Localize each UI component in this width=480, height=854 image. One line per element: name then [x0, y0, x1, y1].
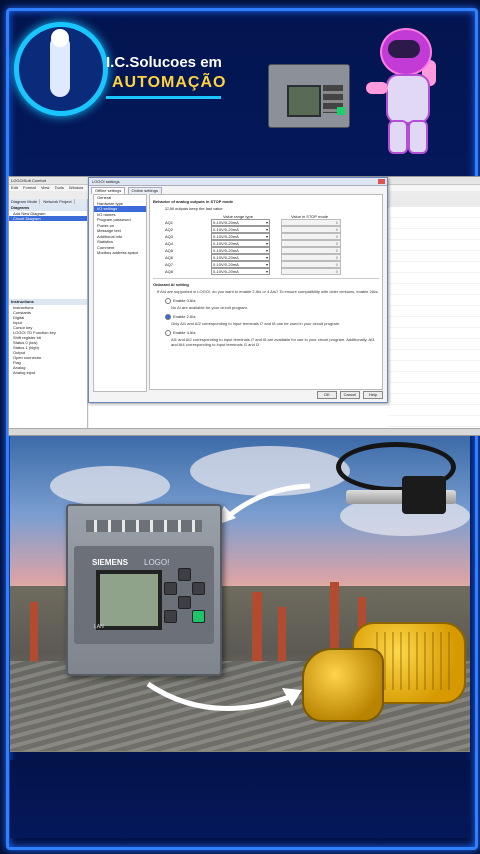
radio-desc: No AI are available for your circuit pro… — [171, 305, 248, 310]
key — [164, 582, 177, 595]
tab-network-project[interactable]: Network Project — [41, 199, 75, 204]
radio-label: Enable 0 AIs — [173, 298, 196, 304]
aq-row: AQ3 0-10V/0-20mA 0 — [153, 233, 379, 240]
key — [192, 582, 205, 595]
close-icon[interactable] — [378, 179, 385, 184]
checkbox-label: All outputs keep the last value — [169, 206, 223, 211]
aq-range-select[interactable]: 0-10V/0-20mA — [211, 254, 270, 261]
plc-screen — [96, 570, 162, 630]
dialog-buttons: OK Cancel Help — [315, 391, 383, 399]
terminals — [86, 520, 202, 532]
aq-row: AQ1 0-10V/0-20mA 0 — [153, 219, 379, 226]
help-button[interactable]: Help — [363, 391, 383, 399]
aq-stop-value[interactable]: 0 — [281, 261, 341, 268]
menu-tools[interactable]: Tools — [54, 185, 63, 190]
pressure-sensor — [332, 440, 466, 528]
aq-name: AQ4 — [165, 241, 174, 246]
plc-port: LAN — [94, 624, 104, 630]
pump-head — [302, 648, 384, 722]
divider — [153, 278, 379, 279]
tab-diagram-mode[interactable]: Diagram Mode — [9, 199, 41, 204]
key — [178, 568, 191, 581]
aq-name: AQ6 — [165, 255, 174, 260]
aq-stop-value[interactable]: 0 — [281, 233, 341, 240]
menu-view[interactable]: View — [41, 185, 50, 190]
radio-label: Enable 4 AIs — [173, 330, 196, 336]
left-pane: Diagram Mode Network Project Diagrams Ad… — [9, 199, 88, 435]
diagram-grid — [389, 207, 480, 435]
aq-stop-value[interactable]: 0 — [281, 226, 341, 233]
key — [164, 610, 177, 623]
aq-range-select[interactable]: 0-10V/0-20mA — [211, 247, 270, 254]
status-bar — [9, 428, 480, 435]
menu-edit[interactable]: Edit — [11, 185, 18, 190]
aq-row: AQ4 0-10V/0-20mA 0 — [153, 240, 379, 247]
section-onboard-ai-title: Onboard AI setting — [153, 282, 189, 287]
water-pump — [300, 614, 466, 738]
aq-name: AQ5 — [165, 248, 174, 253]
plc-keypad — [164, 568, 208, 628]
radio-label: Enable 2 AIs — [173, 314, 196, 320]
key-ok — [192, 610, 205, 623]
industrial-photo: SIEMENS LOGO! LAN — [10, 436, 470, 752]
keep-last-value-checkbox[interactable]: ☑ All outputs keep the last value — [165, 206, 379, 211]
bottom-band — [10, 760, 470, 838]
aq-stop-value[interactable]: 0 — [281, 240, 341, 247]
aq-name: AQ8 — [165, 269, 174, 274]
aq-name: AQ7 — [165, 262, 174, 267]
aq-row: AQ8 0-10V/0-20mA 0 — [153, 268, 379, 275]
aq-range-select[interactable]: 0-10V/0-20mA — [211, 233, 270, 240]
aq-name: AQ1 — [165, 220, 174, 225]
key — [178, 596, 191, 609]
aq-range-select[interactable]: 0-10V/0-20mA — [211, 240, 270, 247]
aq-row: AQ6 0-10V/0-20mA 0 — [153, 254, 379, 261]
aq-range-select[interactable]: 0-10V/0-20mA — [211, 219, 270, 226]
dialog-title: LOGO! settings — [89, 178, 387, 186]
aq-row: AQ7 0-10V/0-20mA 0 — [153, 261, 379, 268]
dialog-tabs: Offline settings Online settings — [91, 187, 163, 194]
aq-name: AQ2 — [165, 227, 174, 232]
aq-stop-value[interactable]: 0 — [281, 219, 341, 226]
arrow-to-plc — [222, 483, 311, 522]
aq-stop-value[interactable]: 0 — [281, 247, 341, 254]
dialog-content: Behavior of analog outputs in STOP mode … — [149, 194, 383, 390]
section-analog-outputs-title: Behavior of analog outputs in STOP mode — [153, 199, 234, 204]
plc-model: LOGO! — [144, 558, 170, 567]
plc-device-icon — [268, 64, 350, 128]
brand-underline — [106, 96, 221, 99]
tab-offline-settings[interactable]: Offline settings — [91, 187, 126, 194]
plc-device: SIEMENS LOGO! LAN — [66, 504, 222, 676]
aq-range-select[interactable]: 0-10V/0-20mA — [211, 261, 270, 268]
menu-format[interactable]: Format — [23, 185, 36, 190]
tab-online-settings[interactable]: Online settings — [127, 187, 162, 194]
radio-enable-4-ai[interactable]: Enable 4 AIs — [165, 330, 379, 336]
aq-name: AQ3 — [165, 234, 174, 239]
arrow-to-pump — [146, 681, 293, 711]
aq-row: AQ5 0-10V/0-20mA 0 — [153, 247, 379, 254]
ok-button[interactable]: OK — [316, 391, 337, 399]
section-onboard-ai-desc: If AI4 are supported in LOGO!, do you wa… — [157, 289, 379, 294]
nav-item[interactable]: Modbus address space — [94, 250, 146, 256]
brand-logo-icon — [14, 22, 108, 116]
robot-mascot-icon — [366, 22, 460, 162]
tree-item[interactable]: Analog input — [9, 370, 87, 375]
cancel-button[interactable]: Cancel — [339, 391, 360, 399]
brand-name: I.C.Solucoes em — [106, 54, 222, 71]
aq-range-select[interactable]: 0-10V/0-20mA — [211, 226, 270, 233]
aq-range-select[interactable]: 0-10V/0-20mA — [211, 268, 270, 275]
sensor-body — [402, 476, 446, 514]
radio-enable-0-ai[interactable]: Enable 0 AIs — [165, 298, 379, 304]
brand-tagline: AUTOMAÇÃO — [112, 74, 227, 91]
settings-dialog: LOGO! settings Offline settings Online s… — [88, 177, 388, 403]
radio-enable-2-ai[interactable]: Enable 2 AIs — [165, 314, 379, 320]
dialog-nav: General Hardware type I/O settings I/O n… — [93, 194, 147, 392]
radio-desc: Only AI1 and AI2 corresponding to input … — [171, 321, 341, 326]
aq-row: AQ2 0-10V/0-20mA 0 — [153, 226, 379, 233]
aq-stop-value[interactable]: 0 — [281, 254, 341, 261]
menu-window[interactable]: Window — [69, 185, 83, 190]
radio-desc: AI1 and AI2 corresponding to input termi… — [171, 337, 375, 347]
plc-brand: SIEMENS — [92, 558, 129, 567]
aq-stop-value[interactable]: 0 — [281, 268, 341, 275]
